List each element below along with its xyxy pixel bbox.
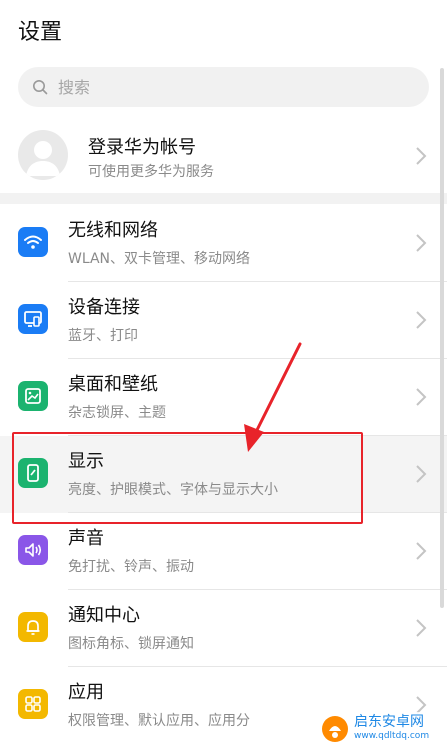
settings-item-sound[interactable]: 声音 免打扰、铃声、振动 [0, 513, 447, 590]
account-subtitle: 可使用更多华为服务 [88, 164, 214, 180]
chevron-right-icon [416, 619, 427, 637]
sound-icon [18, 535, 48, 565]
notification-icon [18, 612, 48, 642]
annotation-highlight-box [12, 432, 363, 524]
settings-item-desc: WLAN、双卡管理、移动网络 [68, 251, 251, 267]
chevron-right-icon [416, 147, 427, 165]
settings-item-notification-center[interactable]: 通知中心 图标角标、锁屏通知 [0, 590, 447, 667]
settings-item-label: 通知中心 [68, 605, 140, 626]
avatar [18, 130, 68, 180]
search-input[interactable] [58, 77, 358, 97]
settings-item-label: 设备连接 [68, 297, 140, 318]
settings-item-desc: 杂志锁屏、主题 [68, 405, 166, 421]
apps-icon [18, 689, 48, 719]
settings-item-desc: 权限管理、默认应用、应用分 [68, 713, 250, 729]
settings-item-label: 声音 [68, 528, 104, 549]
settings-item-label: 应用 [68, 682, 104, 703]
settings-item-desc: 蓝牙、打印 [68, 328, 138, 344]
watermark-url: www.qdltdq.com [354, 731, 430, 741]
section-divider [0, 193, 447, 204]
watermark-logo-icon [322, 716, 348, 742]
settings-item-desc: 图标角标、锁屏通知 [68, 636, 194, 652]
settings-item-wireless-network[interactable]: 无线和网络 WLAN、双卡管理、移动网络 [0, 205, 447, 282]
chevron-right-icon [416, 465, 427, 483]
account-name: 登录华为帐号 [88, 137, 196, 158]
settings-item-desktop-wallpaper[interactable]: 桌面和壁纸 杂志锁屏、主题 [0, 359, 447, 436]
search-bar[interactable] [18, 67, 429, 107]
account-login-row[interactable]: 登录华为帐号 可使用更多华为服务 [0, 124, 447, 192]
page-title: 设置 [18, 20, 63, 45]
settings-item-label: 无线和网络 [68, 220, 158, 241]
chevron-right-icon [416, 311, 427, 329]
chevron-right-icon [416, 388, 427, 406]
wallpaper-icon [18, 381, 48, 411]
settings-item-desc: 免打扰、铃声、振动 [68, 559, 194, 575]
settings-item-device-connection[interactable]: 设备连接 蓝牙、打印 [0, 282, 447, 359]
chevron-right-icon [416, 234, 427, 252]
search-icon [33, 80, 48, 95]
device-connection-icon [18, 304, 48, 334]
default-avatar-icon [26, 141, 60, 176]
wifi-icon [18, 227, 48, 257]
watermark-name: 启东安卓网 [354, 714, 424, 730]
watermark: 启东安卓网 www.qdltdq.com [320, 712, 436, 746]
scrollbar[interactable] [440, 68, 444, 608]
chevron-right-icon [416, 542, 427, 560]
settings-item-label: 桌面和壁纸 [68, 374, 158, 395]
